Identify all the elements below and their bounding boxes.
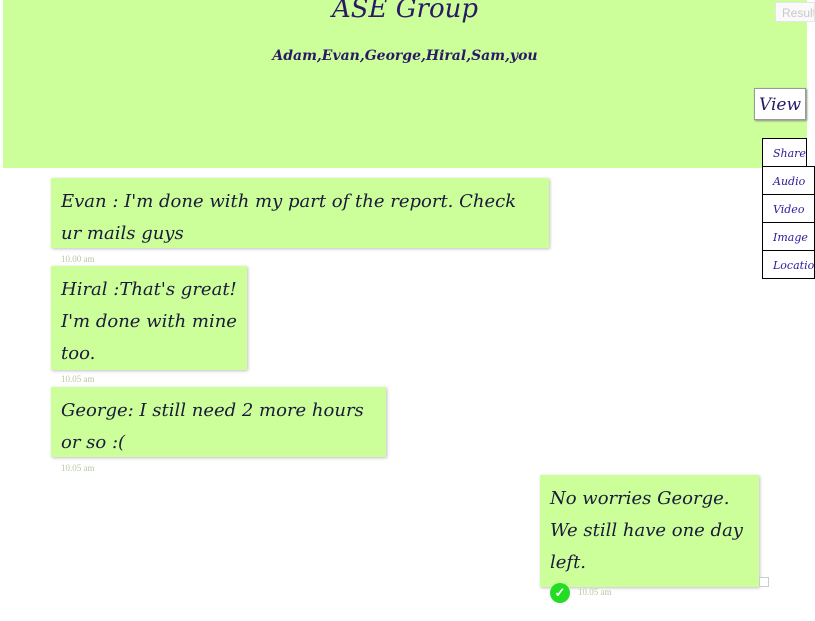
check-circle-icon: ✓ — [550, 583, 570, 603]
share-menu: Share Audio Video Image Location — [762, 138, 815, 279]
message-text: No worries George. We still have one day… — [550, 488, 743, 573]
group-members: Adam,Evan,George,Hiral,Sam,you — [272, 48, 538, 64]
view-button[interactable]: View — [754, 88, 806, 120]
message-bubble: George: I still need 2 more hours or so … — [51, 387, 386, 473]
message-bubble: Evan : I'm done with my part of the repo… — [51, 178, 549, 264]
checkbox[interactable] — [759, 577, 769, 587]
message-bubble-outgoing: No worries George. We still have one day… — [540, 475, 759, 603]
message-time: 10.00 am — [61, 254, 95, 264]
result-input[interactable]: Result — [775, 2, 815, 22]
share-location[interactable]: Location — [762, 250, 815, 279]
message-bubble: Hiral :That's great! I'm done with mine … — [51, 266, 247, 384]
message-text: Hiral :That's great! I'm done with mine … — [61, 279, 237, 364]
group-title: ASE Group — [331, 0, 479, 24]
message-time: 10.05 am — [61, 374, 95, 384]
message-time-value: 10.05 am — [578, 587, 612, 598]
message-time: ✓ 10.05 am — [550, 583, 749, 603]
message-time: 10.05 am — [61, 463, 95, 473]
message-text: George: I still need 2 more hours or so … — [61, 400, 364, 453]
chat-header: ASE Group Adam,Evan,George,Hiral,Sam,you — [3, 0, 807, 168]
share-audio[interactable]: Audio — [762, 166, 815, 195]
share-menu-label[interactable]: Share — [762, 138, 807, 167]
share-video[interactable]: Video — [762, 194, 815, 223]
message-text: Evan : I'm done with my part of the repo… — [61, 191, 517, 244]
share-image[interactable]: Image — [762, 222, 815, 251]
